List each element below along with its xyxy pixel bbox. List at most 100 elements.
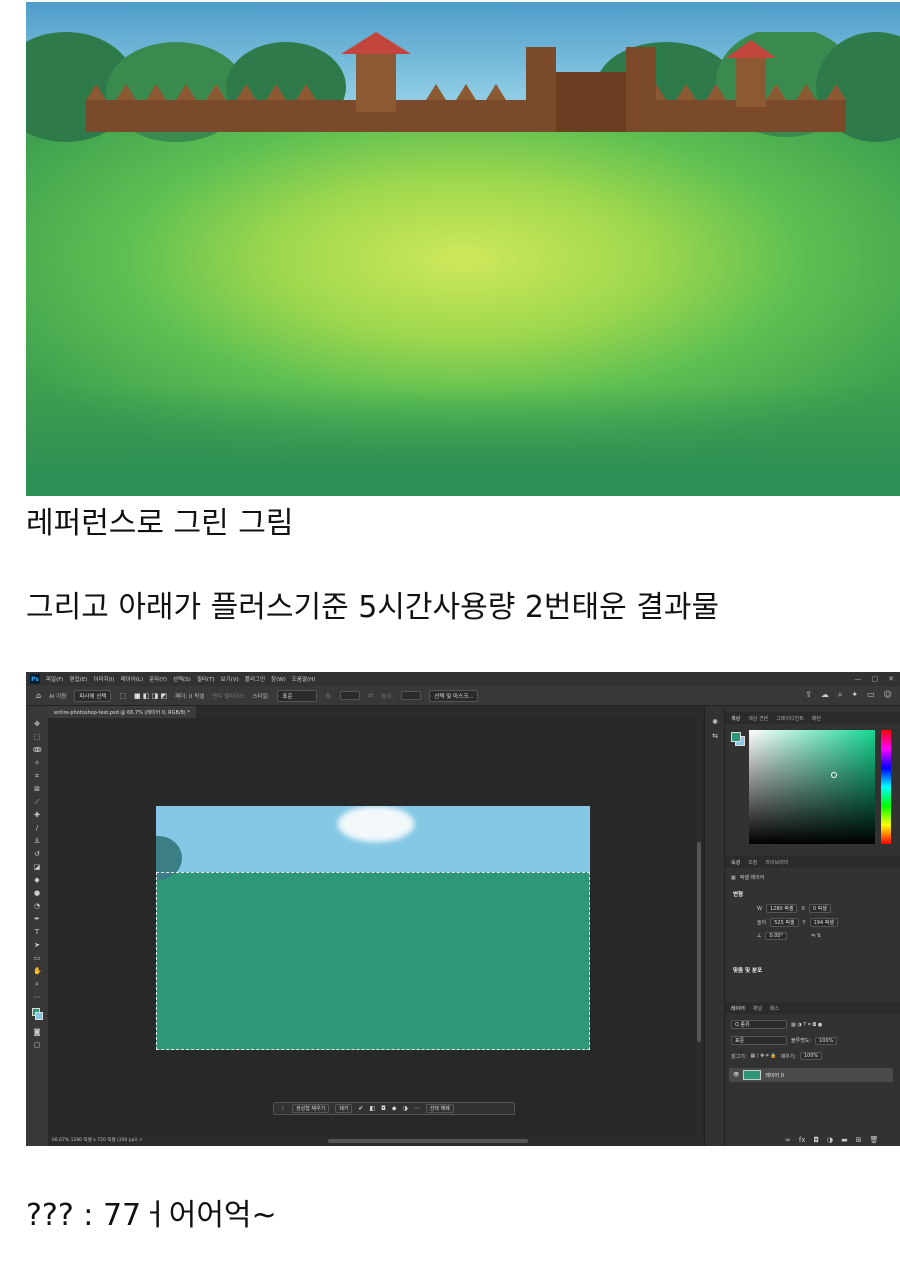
flip-icons[interactable]: ⇋ ⇅ [811,933,821,939]
color-picker-cursor[interactable] [831,772,837,778]
new-layer-icon[interactable]: ⊞ [856,1136,862,1144]
ai-support-button[interactable]: AI 지원 [49,692,66,700]
menu-filter[interactable]: 필터(T) [197,675,215,683]
cloud-icon[interactable]: ☁ [821,690,829,700]
tab-paths[interactable]: 패스 [770,1005,779,1012]
layer-row[interactable]: 👁 레이어 0 [729,1068,893,1082]
layer-name[interactable]: 레이어 0 [765,1072,784,1079]
select-and-mask-button[interactable]: 선택 및 마스크... [429,689,479,702]
eye-icon[interactable]: 👁 [733,1072,739,1078]
paint-bucket-icon[interactable]: ◆ [33,876,41,884]
marquee-selection[interactable] [156,872,590,1050]
style-select[interactable]: 표준 [277,689,318,702]
tab-channels[interactable]: 채널 [753,1005,762,1012]
opacity-input[interactable]: 100% [815,1036,838,1045]
tab-patterns[interactable]: 패턴 [812,715,821,722]
remove-button[interactable]: 제거 [335,1104,353,1113]
document-canvas[interactable] [156,806,590,1050]
eraser-tool-icon[interactable]: ◪ [33,863,41,871]
marquee-tool-icon[interactable]: ⬚ [33,733,41,741]
transform-section-title[interactable]: 변형 [733,890,743,898]
hue-slider[interactable] [881,730,891,844]
menu-edit[interactable]: 편집(E) [70,675,88,683]
menu-window[interactable]: 창(W) [271,675,286,683]
maximize-button[interactable]: ▢ [872,675,879,683]
document-tab[interactable]: entire-photoshop-test.psd @ 66.7% (레이어 0… [48,706,196,718]
marquee-icon[interactable]: ⬚ [119,692,126,700]
background-color-swatch[interactable] [35,1012,43,1020]
workspace-icon[interactable]: ▭ [867,690,875,700]
height-input[interactable] [401,691,422,700]
healing-tool-icon[interactable]: ✚ [33,811,41,819]
tab-color[interactable]: 색상 [731,715,740,722]
horizontal-scroll-thumb[interactable] [328,1139,528,1143]
path-select-icon[interactable]: ➤ [33,941,41,949]
eyedropper-tool-icon[interactable]: ⟋ [33,798,41,806]
mask-icon[interactable]: ◧ [369,1105,375,1112]
home-icon[interactable]: ⌂ [36,691,41,700]
tab-gradients[interactable]: 그레이디언트 [776,715,804,722]
tab-swatches[interactable]: 색상 견본 [748,715,768,722]
height-prop-input[interactable]: 525 픽셀 [770,918,799,927]
type-tool-icon[interactable]: T [33,928,41,936]
menu-select[interactable]: 선택(S) [173,675,191,683]
lock-icons[interactable]: ▦ ∕ ✥ ⌗ 🔒 [751,1053,777,1059]
generative-fill-button[interactable]: 생성형 채우기 [292,1104,330,1113]
blur-tool-icon[interactable]: ● [33,889,41,897]
deselect-button[interactable]: 선택 해제 [425,1104,454,1113]
crop-tool-icon[interactable]: ⌗ [33,772,41,780]
swap-icon[interactable]: ⇄ [368,692,373,699]
adjustment-icon[interactable]: ◑ [827,1136,833,1144]
magic-wand-tool-icon[interactable]: ✧ [33,759,41,767]
more-icon[interactable]: ⋯ [414,1105,420,1112]
menu-view[interactable]: 보기(V) [221,675,239,683]
drag-handle-icon[interactable]: ⋮ [280,1105,286,1112]
more-tools-icon[interactable]: ⋯ [33,993,41,1001]
menu-layer[interactable]: 레이어(L) [121,675,144,683]
screen-mode-icon[interactable]: ▢ [33,1041,41,1049]
adjust-icon[interactable]: ◑ [402,1105,407,1112]
search-icon[interactable]: ⌕ [838,690,842,700]
dodge-tool-icon[interactable]: ◔ [33,902,41,910]
fx-icon[interactable]: fx [799,1136,806,1144]
rectangle-tool-icon[interactable]: ▭ [33,954,41,962]
discover-icon[interactable]: ✦ [851,690,858,700]
link-layers-icon[interactable]: ∞ [785,1136,791,1144]
history-icon[interactable]: ⇆ [710,732,720,742]
brush-icon[interactable]: ✔ [358,1105,363,1112]
lasso-tool-icon[interactable]: ↂ [33,746,42,754]
tab-properties[interactable]: 속성 [731,859,740,866]
tab-libraries[interactable]: 라이브러리 [765,859,788,866]
menu-file[interactable]: 파일(F) [46,675,64,683]
menu-image[interactable]: 이미지(I) [93,675,114,683]
anti-alias-checkbox[interactable]: 앤티 앨리어스 [212,692,244,700]
quick-mask-icon[interactable]: ◙ [33,1028,41,1036]
angle-input[interactable]: 0.00° [765,932,788,940]
tab-adjustments[interactable]: 조정 [748,859,757,866]
move-tool-icon[interactable]: ✥ [33,720,41,728]
brush-tool-icon[interactable]: ∕ [33,824,41,832]
zoom-tool-icon[interactable]: ⌕ [33,980,41,988]
stamp-tool-icon[interactable]: ♙ [33,837,41,845]
user-icon[interactable]: ☺ [884,690,892,700]
fill-icon[interactable]: ◆ [392,1105,397,1112]
history-brush-icon[interactable]: ↺ [33,850,41,858]
blend-mode-select[interactable]: 표준 [731,1036,787,1045]
pen-tool-icon[interactable]: ✒ [33,915,41,923]
align-section-title[interactable]: 맞춤 및 분포 [733,966,762,974]
horizontal-scrollbar[interactable] [48,1136,720,1146]
y-prop-input[interactable]: 194 픽셀 [809,918,838,927]
tab-layers[interactable]: 레이어 [731,1005,745,1012]
menu-type[interactable]: 문자(Y) [149,675,167,683]
canvas-area[interactable]: ⋮ 생성형 채우기 제거 ✔ ◧ ◘ ◆ ◑ ⋯ 선택 해제 [48,718,720,1136]
fill-input[interactable]: 100% [800,1052,823,1060]
share-icon[interactable]: ⇪ [805,690,812,700]
vertical-scroll-thumb[interactable] [697,842,701,1042]
group-icon[interactable]: ▬ [841,1136,848,1144]
menu-help[interactable]: 도움말(H) [292,675,316,683]
minimize-button[interactable]: — [855,675,862,683]
width-input[interactable] [340,691,361,700]
delete-layer-icon[interactable]: 🗑 [870,1136,879,1144]
feather-field[interactable]: 페더: 0 픽셀 [175,692,204,700]
color-panel-fg-swatch[interactable] [731,732,741,742]
